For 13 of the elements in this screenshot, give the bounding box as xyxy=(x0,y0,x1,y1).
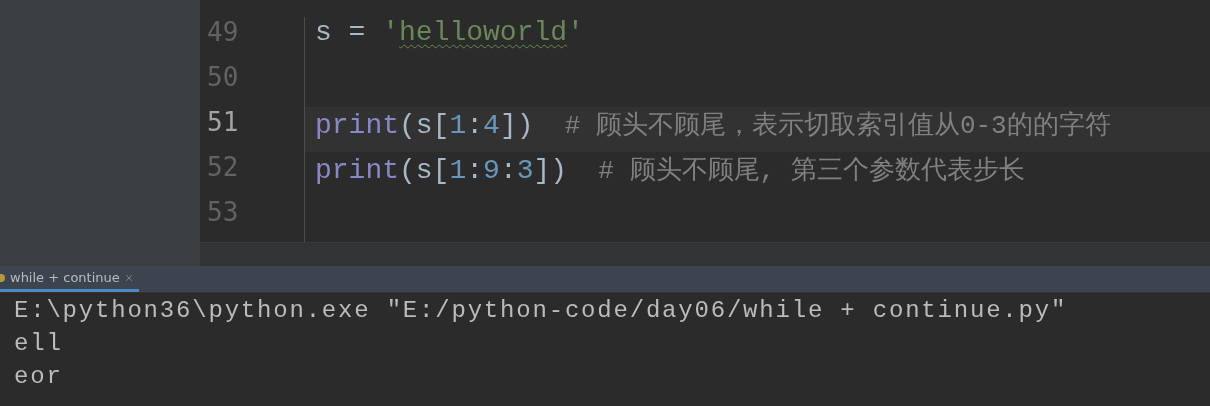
line-number: 53 xyxy=(206,197,240,229)
code-line: print(s[1:4]) # 顾头不顾尾，表示切取索引值从0-3的的字符 xyxy=(315,109,1111,142)
line-number: 52 xyxy=(206,152,240,184)
code-line: print(s[1:9:3]) # 顾头不顾尾, 第三个参数代表步长 xyxy=(315,154,1025,187)
line-number: 50 xyxy=(206,62,240,94)
line-number: 51 xyxy=(206,107,240,139)
output-line: ell xyxy=(14,330,64,359)
output-line: eor xyxy=(14,363,64,392)
output-line: E:\python36\python.exe "E:/python-code/day06/while + continue.py" xyxy=(14,297,1069,326)
code-line: s = 'helloworld' xyxy=(315,17,584,48)
run-tab[interactable]: while + continue xyxy=(0,266,139,292)
line-number: 49 xyxy=(206,17,240,49)
close-icon[interactable] xyxy=(124,273,133,282)
